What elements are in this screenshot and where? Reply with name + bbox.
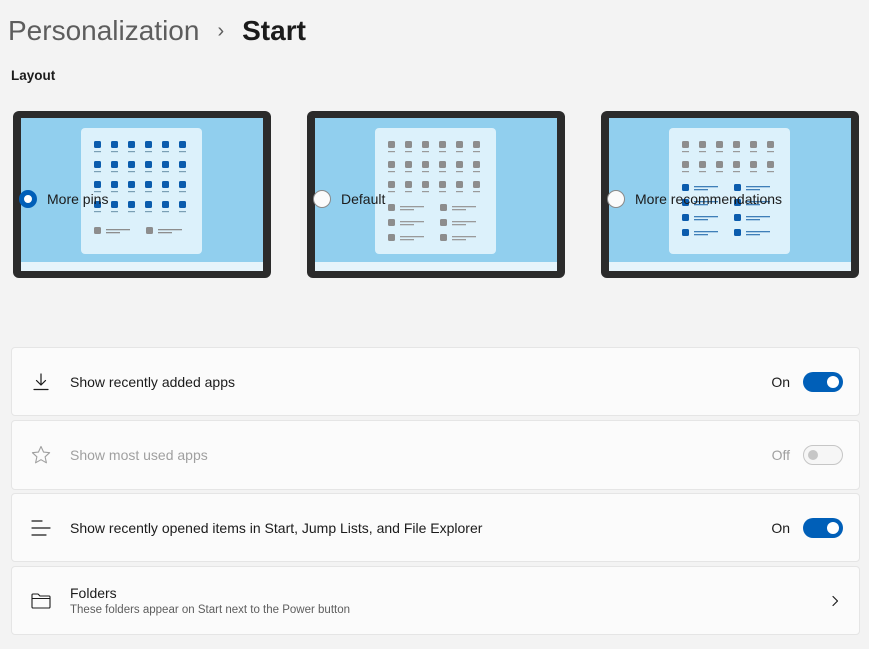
radio-label-more-pins: More pins [47, 191, 109, 207]
radio-button-unchecked[interactable] [313, 190, 331, 208]
setting-label: Show recently opened items in Start, Jum… [70, 519, 483, 536]
setting-label: Show recently added apps [70, 373, 235, 390]
radio-button-checked[interactable] [19, 190, 37, 208]
toggle-knob [827, 375, 839, 388]
download-icon [33, 372, 49, 390]
radio-more-pins[interactable]: More pins [19, 190, 108, 208]
breadcrumb-separator-icon: › [217, 19, 225, 42]
preview-taskbar [315, 262, 557, 271]
star-icon [31, 445, 51, 464]
toggle-knob [827, 521, 839, 534]
breadcrumb: Personalization › Start [8, 12, 306, 50]
radio-label-more-recommendations: More recommendations [635, 191, 783, 207]
toggle-state-text: Off [771, 447, 790, 463]
breadcrumb-personalization[interactable]: Personalization [8, 15, 199, 47]
toggle-state-text: On [771, 373, 790, 390]
radio-label-default: Default [341, 191, 386, 207]
layout-section-title: Layout [11, 68, 56, 83]
folders-subtitle: These folders appear on Start next to th… [70, 604, 351, 616]
preview-taskbar [21, 262, 263, 271]
list-icon [31, 519, 51, 536]
folder-icon [31, 592, 51, 609]
radio-button-unchecked[interactable] [607, 190, 625, 208]
most-used-toggle[interactable] [803, 445, 843, 465]
setting-folders[interactable]: Folders These folders appear on Start ne… [11, 566, 860, 635]
toggle-knob [808, 450, 818, 460]
radio-more-recommendations[interactable]: More recommendations [607, 190, 782, 208]
setting-most-used-apps: Show most used apps Off [11, 420, 860, 490]
preview-taskbar [609, 262, 851, 271]
setting-recently-added-apps: Show recently added apps On [11, 347, 860, 416]
setting-recently-opened-items: Show recently opened items in Start, Jum… [11, 493, 860, 562]
default-illustration [388, 141, 480, 241]
recently-added-toggle[interactable] [803, 371, 843, 392]
chevron-right-icon [832, 595, 839, 606]
setting-label: Show most used apps [70, 447, 208, 463]
folders-title: Folders [70, 585, 117, 601]
toggle-state-text: On [771, 519, 790, 536]
preview-start-menu [375, 128, 496, 254]
recently-opened-toggle[interactable] [803, 517, 843, 538]
page-title: Start [242, 15, 306, 46]
radio-default[interactable]: Default [313, 190, 385, 208]
